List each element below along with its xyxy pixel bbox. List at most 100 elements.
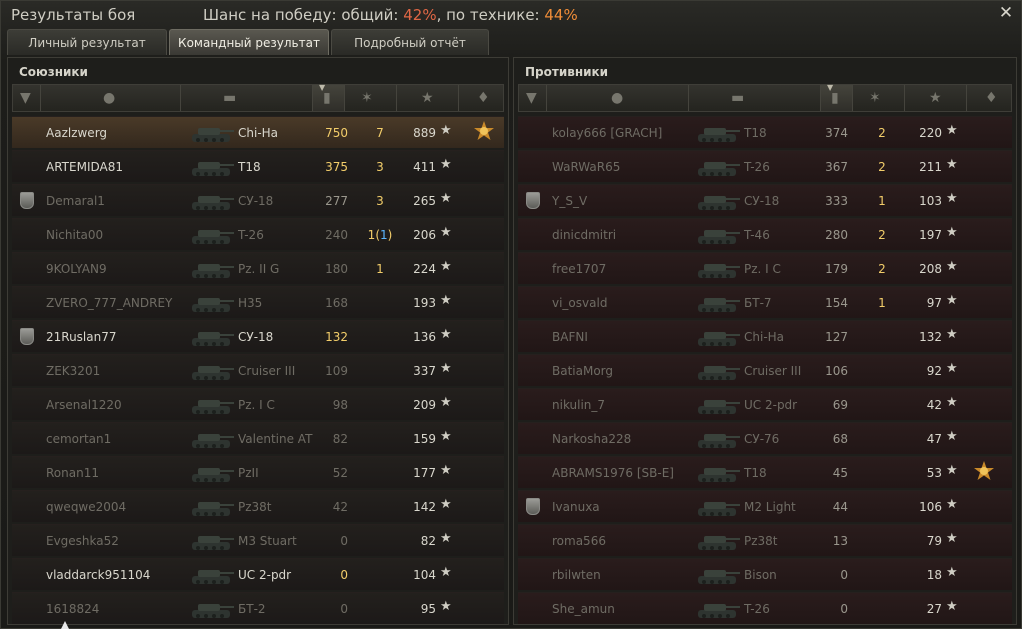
xp-value: 889 (413, 126, 436, 140)
enemies-panel: Противники ▼ ● ▬ ▼ ▮ ✶ ★ ♦ kolay666 [GRAC… (513, 57, 1017, 625)
header-xp[interactable]: ★ (905, 85, 967, 111)
kills-value: 7 (376, 126, 384, 140)
player-row[interactable]: rbilwten Bison 0 18 ★ (518, 558, 1012, 590)
player-row[interactable]: Y_S_V СУ-18 333 1 103 ★ (518, 184, 1012, 216)
vehicle-icon (694, 392, 742, 418)
tank-silhouette-icon (698, 128, 740, 142)
damage-value: 367 (825, 160, 848, 174)
player-name: nikulin_7 (552, 398, 606, 412)
header-kills[interactable]: ✶ (345, 85, 397, 111)
tank-silhouette-icon (192, 400, 234, 414)
player-row[interactable]: vi_osvald БТ-7 154 1 97 ★ (518, 286, 1012, 318)
star-icon: ★ (946, 293, 958, 308)
vehicle-icon (188, 256, 236, 282)
header-player[interactable]: ● (547, 85, 689, 111)
xp-value: 42 (926, 398, 942, 412)
tank-silhouette-icon (192, 604, 234, 618)
tank-silhouette-icon (698, 434, 740, 448)
player-row[interactable]: ZEK3201 Cruiser III 109 337 ★ (12, 354, 504, 386)
player-row[interactable]: ARTEMIDA81 T18 375 3 411 ★ (12, 150, 504, 182)
player-row[interactable]: free1707 Pz. I C 179 2 208 ★ (518, 252, 1012, 284)
header-medals[interactable]: ♦ (967, 85, 1013, 111)
damage-value: 180 (325, 262, 348, 276)
player-row[interactable]: 1618824 БТ-2 0 95 ★ (12, 592, 504, 624)
header-player[interactable]: ● (41, 85, 181, 111)
medal-badge[interactable] (472, 120, 496, 144)
tank-silhouette-icon (192, 502, 234, 516)
xp-value: 18 (926, 568, 942, 582)
win-chance-prefix: Шанс на победу: общий: (203, 6, 404, 24)
player-row[interactable]: BatiaMorg Cruiser III 106 92 ★ (518, 354, 1012, 386)
header-damage[interactable]: ▼ ▮ (313, 83, 345, 111)
player-row[interactable]: She_amun T-26 0 27 ★ (518, 592, 1012, 624)
vehicle-name: Pz. I C (238, 398, 275, 412)
medal-icon: ♦ (477, 90, 490, 106)
player-name: Demaral1 (46, 194, 105, 208)
player-row[interactable]: Ronan11 PzII 52 177 ★ (12, 456, 504, 488)
header-vehicle[interactable]: ▬ (181, 85, 313, 111)
player-row[interactable]: Narkosha228 СУ-76 68 47 ★ (518, 422, 1012, 454)
star-icon: ★ (946, 123, 958, 138)
xp-value: 79 (926, 534, 942, 548)
tank-icon: ▬ (223, 90, 237, 106)
player-row[interactable]: Nichita00 T-26 240 1(1) 206 ★ (12, 218, 504, 250)
player-row[interactable]: ZVERO_777_ANDREY H35 168 193 ★ (12, 286, 504, 318)
vehicle-icon (694, 324, 742, 350)
header-medals[interactable]: ♦ (459, 85, 505, 111)
vehicle-icon (188, 188, 236, 214)
header-platoon[interactable]: ▼ (519, 85, 547, 111)
player-name: Evgeshka52 (46, 534, 119, 548)
player-row[interactable]: Aazlzwerg Chi-Ha 750 7 889 ★ (12, 116, 504, 148)
tank-silhouette-icon (192, 230, 234, 244)
player-row[interactable]: 9KOLYAN9 Pz. II G 180 1 224 ★ (12, 252, 504, 284)
player-row[interactable]: WaRWaR65 T-26 367 2 211 ★ (518, 150, 1012, 182)
star-icon: ★ (946, 429, 958, 444)
player-name: dinicdmitri (552, 228, 617, 242)
tab-personal[interactable]: Личный результат (7, 29, 167, 55)
header-xp[interactable]: ★ (397, 85, 459, 111)
player-row[interactable]: dinicdmitri T-46 280 2 197 ★ (518, 218, 1012, 250)
player-row[interactable]: kolay666 [GRACH] T18 374 2 220 ★ (518, 116, 1012, 148)
header-platoon[interactable]: ▼ (13, 85, 41, 111)
player-row[interactable]: 21Ruslan77 СУ-18 132 136 ★ (12, 320, 504, 352)
player-row[interactable]: roma566 Pz38t 13 79 ★ (518, 524, 1012, 556)
damage-value: 42 (332, 500, 348, 514)
vehicle-icon (694, 528, 742, 554)
player-name: kolay666 [GRACH] (552, 126, 663, 140)
tank-silhouette-icon (698, 570, 740, 584)
kills-value: 1(1) (367, 228, 393, 242)
xp-value: 82 (420, 534, 436, 548)
damage-value: 109 (325, 364, 348, 378)
star-icon: ★ (946, 395, 958, 410)
star-icon: ★ (440, 565, 452, 580)
close-icon[interactable]: ✕ (997, 4, 1015, 22)
player-name: 21Ruslan77 (46, 330, 117, 344)
player-row[interactable]: BAFNI Chi-Ha 127 132 ★ (518, 320, 1012, 352)
player-row[interactable]: nikulin_7 UC 2-pdr 69 42 ★ (518, 388, 1012, 420)
tab-team[interactable]: Командный результат (169, 29, 329, 55)
medal-icon: ♦ (985, 90, 998, 106)
player-row[interactable]: qweqwe2004 Pz38t 42 142 ★ (12, 490, 504, 522)
player-row[interactable]: vladdarck951104 UC 2-pdr 0 104 ★ (12, 558, 504, 590)
player-row[interactable]: cemortan1 Valentine AT 82 159 ★ (12, 422, 504, 454)
header-kills[interactable]: ✶ (853, 85, 905, 111)
player-name: Ronan11 (46, 466, 99, 480)
header-damage[interactable]: ▼ ▮ (821, 83, 853, 111)
player-row[interactable]: Demaral1 СУ-18 277 3 265 ★ (12, 184, 504, 216)
xp-value: 27 (926, 602, 942, 616)
star-icon: ★ (440, 463, 452, 478)
medal-badge[interactable] (972, 460, 996, 484)
vehicle-icon (188, 494, 236, 520)
tab-detailed[interactable]: Подробный отчёт (331, 29, 489, 55)
damage-value: 0 (840, 568, 848, 582)
player-row[interactable]: Ivanuxa M2 Light 44 106 ★ (518, 490, 1012, 522)
player-row[interactable]: Evgeshka52 M3 Stuart 0 82 ★ (12, 524, 504, 556)
damage-value: 750 (325, 126, 348, 140)
star-icon: ★ (946, 157, 958, 172)
xp-value: 337 (413, 364, 436, 378)
header-vehicle[interactable]: ▬ (689, 85, 821, 111)
damage-value: 179 (825, 262, 848, 276)
player-row[interactable]: Arsenal1220 Pz. I C 98 209 ★ (12, 388, 504, 420)
player-row[interactable]: ABRAMS1976 [SB-E] T18 45 53 ★ (518, 456, 1012, 488)
player-name: She_amun (552, 602, 615, 616)
